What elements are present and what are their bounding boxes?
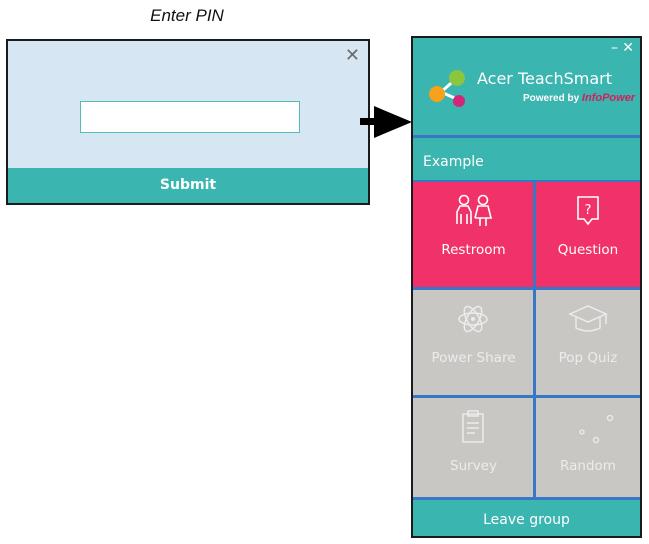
tile-power-share[interactable]: Power Share [413,290,534,395]
submit-button[interactable]: Submit [8,168,368,203]
powered-by-text: Powered by InfoPower [523,92,635,104]
dots-icon [579,414,614,444]
question-icon: ? [577,196,599,226]
tile-label: Restroom [441,242,506,258]
panel-header: – ✕ Acer TeachSmart Powered by InfoPower [413,38,640,135]
tile-label: Survey [450,458,497,474]
arrow-right-icon [360,106,412,138]
tile-label: Question [557,242,619,258]
tile-question[interactable]: ? Question [536,182,640,287]
close-icon[interactable]: ✕ [622,40,634,56]
powered-by-label: Powered by [523,93,580,104]
group-name: Example [423,154,484,170]
tile-label: Power Share [431,350,516,366]
bottom-divider [413,497,640,500]
tile-label: Pop Quiz [558,350,618,366]
clipboard-icon [462,410,484,443]
leave-group-button[interactable]: Leave group [413,504,640,536]
tile-random[interactable]: Random [536,398,640,497]
powered-brand: InfoPower [581,92,636,104]
close-icon[interactable]: ✕ [345,45,360,65]
pin-dialog: ✕ Submit [6,39,370,205]
tile-restroom[interactable]: Restroom [413,182,534,287]
restroom-icon [456,194,493,226]
teachsmart-panel: – ✕ Acer TeachSmart Powered by InfoPower… [411,36,642,538]
minimize-icon[interactable]: – [611,40,618,56]
teachsmart-logo-icon [429,70,465,107]
tile-survey[interactable]: Survey [413,398,534,497]
pin-input[interactable] [80,101,300,133]
app-title: Acer TeachSmart [477,69,613,88]
graduation-cap-icon [568,305,608,332]
column-divider [533,182,536,497]
tile-pop-quiz[interactable]: Pop Quiz [536,290,640,395]
header-divider [413,135,640,138]
svg-text:?: ? [585,203,592,218]
atom-icon [458,305,488,333]
caption-enter-pin: Enter PIN [150,6,224,25]
tile-label: Random [560,458,616,474]
